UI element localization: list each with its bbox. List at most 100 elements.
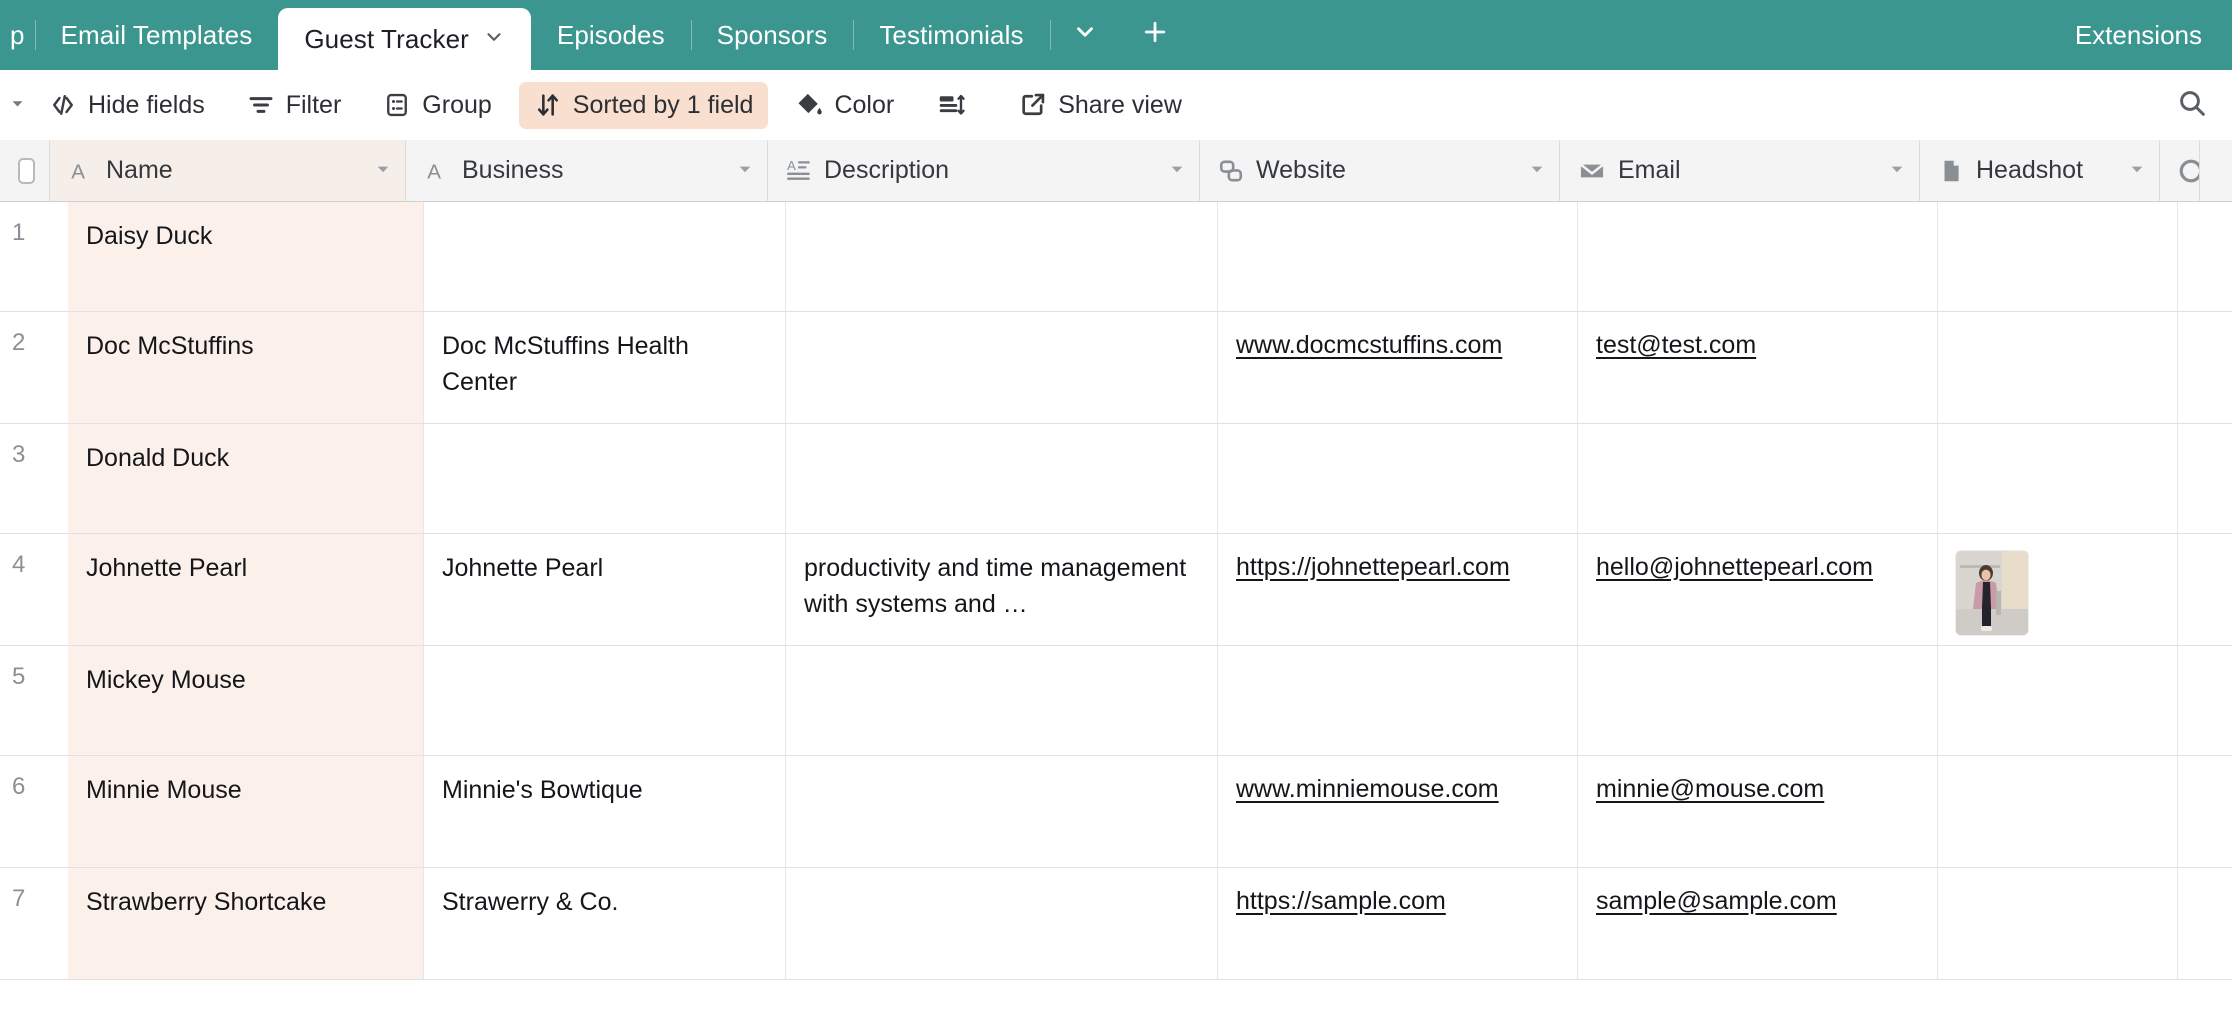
tab-sponsors[interactable]: Sponsors: [690, 0, 854, 70]
website-link[interactable]: https://sample.com: [1236, 885, 1446, 919]
cell-description[interactable]: [786, 646, 1218, 755]
cell-email[interactable]: [1578, 202, 1938, 311]
chevron-down-icon[interactable]: [737, 161, 753, 180]
column-header-name[interactable]: A Name: [50, 140, 406, 201]
cell-website[interactable]: www.minniemouse.com: [1218, 756, 1578, 867]
chevron-down-icon[interactable]: [483, 26, 505, 53]
cell-business[interactable]: Strawerry & Co.: [424, 868, 786, 979]
chevron-down-icon[interactable]: [375, 161, 391, 180]
tab-label: Episodes: [556, 19, 665, 50]
website-link[interactable]: www.minniemouse.com: [1236, 773, 1499, 807]
table-row[interactable]: 2 Doc McStuffins Doc McStuffins Health C…: [0, 312, 2232, 424]
cell-headshot[interactable]: [1938, 312, 2178, 423]
cell-description[interactable]: [786, 756, 1218, 867]
hide-fields-icon: [49, 91, 77, 119]
cell-email[interactable]: [1578, 424, 1938, 533]
select-all-checkbox[interactable]: [0, 140, 50, 201]
filter-label: Filter: [285, 90, 342, 119]
chevron-down-icon[interactable]: [2129, 161, 2145, 180]
cell-tag[interactable]: [2178, 424, 2218, 533]
email-link[interactable]: sample@sample.com: [1596, 885, 1837, 919]
cell-value: Donald Duck: [86, 444, 230, 472]
hide-fields-button[interactable]: Hide fields: [34, 82, 220, 129]
tab-partial-left[interactable]: p: [0, 0, 35, 70]
cell-business[interactable]: Minnie's Bowtique: [424, 756, 786, 867]
column-header-label: Description: [824, 156, 950, 184]
cell-headshot[interactable]: [1938, 756, 2178, 867]
cell-tag[interactable]: [2178, 646, 2218, 755]
cell-business[interactable]: [424, 646, 786, 755]
cell-email[interactable]: sample@sample.com: [1578, 868, 1938, 979]
search-button[interactable]: [2170, 83, 2214, 127]
tab-overflow-button[interactable]: [1049, 0, 1120, 70]
cell-website[interactable]: [1218, 424, 1578, 533]
column-header-business[interactable]: A Business: [406, 140, 768, 201]
cell-description[interactable]: productivity and time management with sy…: [786, 534, 1218, 645]
tab-testimonials[interactable]: Testimonials: [853, 0, 1049, 70]
add-table-button[interactable]: [1120, 0, 1190, 70]
email-link[interactable]: test@test.com: [1596, 329, 1756, 363]
cell-description[interactable]: [786, 424, 1218, 533]
cell-headshot[interactable]: [1938, 202, 2178, 311]
row-number: 5: [0, 646, 68, 755]
column-header-email[interactable]: Email: [1560, 140, 1920, 201]
email-link[interactable]: minnie@mouse.com: [1596, 773, 1824, 807]
cell-headshot[interactable]: [1938, 868, 2178, 979]
cell-headshot[interactable]: [1938, 534, 2178, 645]
email-link[interactable]: hello@johnettepearl.com: [1596, 551, 1873, 585]
cell-tag[interactable]: [2178, 202, 2218, 311]
cell-headshot[interactable]: [1938, 646, 2178, 755]
cell-email[interactable]: [1578, 646, 1938, 755]
cell-tag[interactable]: [2178, 534, 2218, 645]
table-row[interactable]: 1 Daisy Duck: [0, 202, 2232, 312]
column-header-headshot[interactable]: Headshot: [1920, 140, 2160, 201]
cell-description[interactable]: [786, 868, 1218, 979]
cell-tag[interactable]: [2178, 868, 2218, 979]
cell-headshot[interactable]: [1938, 424, 2178, 533]
cell-website[interactable]: https://sample.com: [1218, 868, 1578, 979]
cell-description[interactable]: [786, 202, 1218, 311]
color-button[interactable]: Color: [780, 82, 909, 129]
table-row[interactable]: 6 Minnie Mouse Minnie's Bowtique www.min…: [0, 756, 2232, 868]
website-link[interactable]: www.docmcstuffins.com: [1236, 329, 1502, 363]
cell-website[interactable]: www.docmcstuffins.com: [1218, 312, 1578, 423]
cell-description[interactable]: [786, 312, 1218, 423]
cell-website[interactable]: https://johnettepearl.com: [1218, 534, 1578, 645]
cell-business[interactable]: Doc McStuffins Health Center: [424, 312, 786, 423]
filter-button[interactable]: Filter: [232, 82, 357, 129]
cell-email[interactable]: minnie@mouse.com: [1578, 756, 1938, 867]
group-button[interactable]: Group: [368, 82, 506, 129]
column-header-partial[interactable]: [2160, 140, 2200, 201]
table-row[interactable]: 4 Johnette Pearl Johnette Pearl producti…: [0, 534, 2232, 646]
sort-button[interactable]: Sorted by 1 field: [518, 81, 769, 129]
svg-text:A: A: [787, 158, 796, 173]
chevron-down-icon[interactable]: [1889, 161, 1905, 180]
share-view-button[interactable]: Share view: [1004, 82, 1197, 129]
tab-email-templates[interactable]: Email Templates: [34, 0, 279, 70]
website-link[interactable]: https://johnettepearl.com: [1236, 551, 1510, 585]
view-toolbar: Hide fields Filter Group Sorted by 1 fie…: [0, 70, 2232, 140]
tab-episodes[interactable]: Episodes: [531, 0, 691, 70]
cell-email[interactable]: test@test.com: [1578, 312, 1938, 423]
collapse-sidebar-button[interactable]: [0, 96, 34, 114]
table-row[interactable]: 5 Mickey Mouse: [0, 646, 2232, 756]
table-row[interactable]: 7 Strawberry Shortcake Strawerry & Co. h…: [0, 868, 2232, 980]
tab-guest-tracker[interactable]: Guest Tracker: [278, 8, 531, 70]
column-header-description[interactable]: A Description: [768, 140, 1200, 201]
cell-website[interactable]: [1218, 202, 1578, 311]
cell-business[interactable]: Johnette Pearl: [424, 534, 786, 645]
cell-email[interactable]: hello@johnettepearl.com: [1578, 534, 1938, 645]
row-height-button[interactable]: [921, 81, 992, 129]
headshot-thumbnail[interactable]: [1956, 551, 2028, 635]
cell-value: Johnette Pearl: [442, 554, 604, 582]
table-row[interactable]: 3 Donald Duck: [0, 424, 2232, 534]
cell-tag[interactable]: [2178, 756, 2218, 867]
extensions-button[interactable]: Extensions: [2045, 0, 2232, 70]
column-header-website[interactable]: Website: [1200, 140, 1560, 201]
cell-business[interactable]: [424, 424, 786, 533]
cell-tag[interactable]: [2178, 312, 2218, 423]
cell-business[interactable]: [424, 202, 786, 311]
chevron-down-icon[interactable]: [1529, 161, 1545, 180]
cell-website[interactable]: [1218, 646, 1578, 755]
chevron-down-icon[interactable]: [1169, 161, 1185, 180]
